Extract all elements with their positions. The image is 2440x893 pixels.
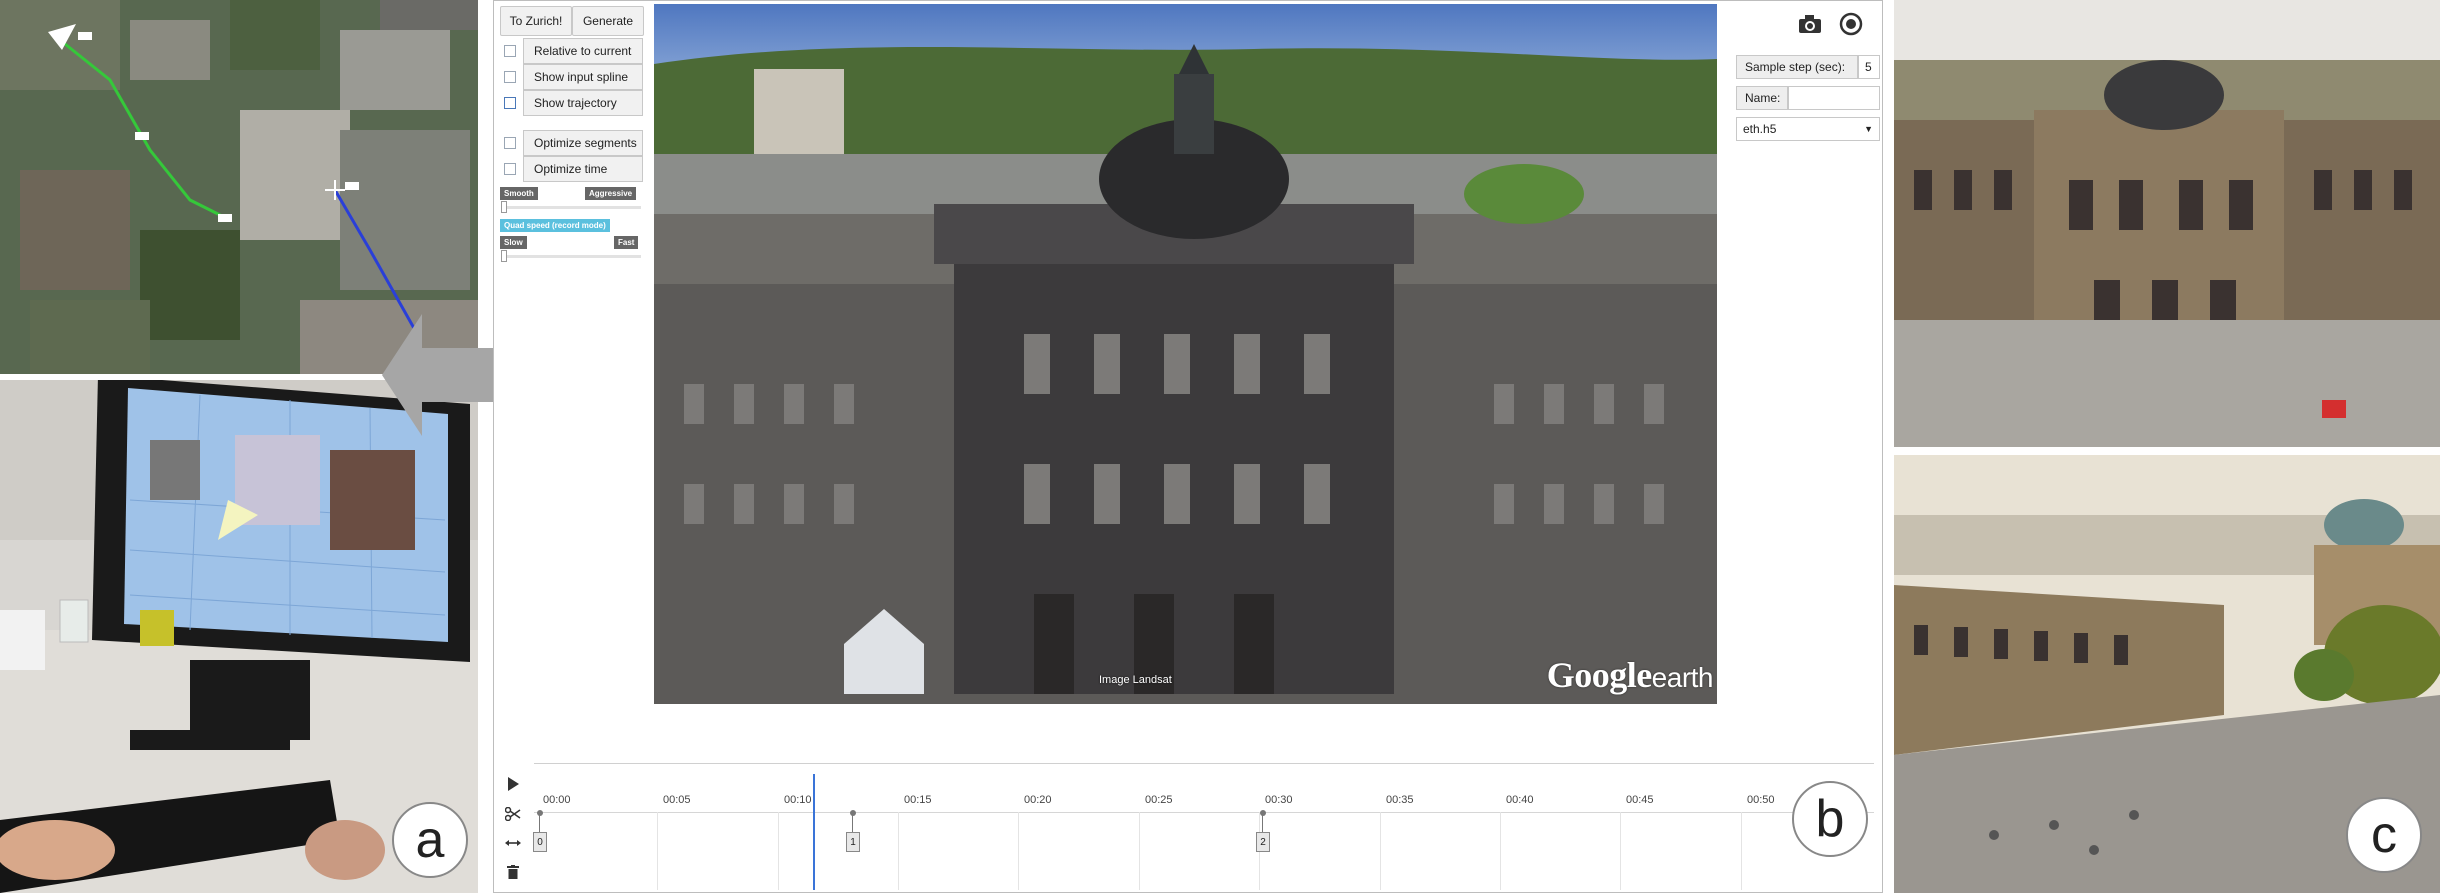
grid-line: [657, 812, 658, 890]
panel-label-a: a: [392, 802, 468, 878]
name-label: Name:: [1736, 86, 1788, 110]
show-input-spline-label: Show input spline: [523, 64, 643, 90]
optimize-segments-checkbox[interactable]: [504, 137, 516, 149]
timeline-tick: 00:20: [1024, 794, 1052, 806]
file-select[interactable]: eth.h5 ▼: [1736, 117, 1880, 141]
keyframe[interactable]: 0: [533, 832, 547, 852]
keyframe-handle[interactable]: [1260, 810, 1266, 816]
relative-to-current-label: Relative to current: [523, 38, 643, 64]
chevron-down-icon: ▼: [1864, 124, 1873, 134]
speed-title: Quad speed (record mode): [500, 219, 610, 232]
grid-line: [1620, 812, 1621, 890]
show-input-spline-option[interactable]: Show input spline: [501, 64, 646, 92]
speed-slider-thumb[interactable]: [501, 250, 507, 262]
keyframe-stem: [1262, 814, 1263, 832]
stretch-icon[interactable]: [502, 832, 524, 854]
speed-max-label: Fast: [614, 236, 639, 249]
to-zurich-button[interactable]: To Zurich!: [500, 6, 572, 36]
timeline-tick: 00:45: [1626, 794, 1654, 806]
timeline-tick: 00:40: [1506, 794, 1534, 806]
3d-viewport[interactable]: Image Landsat Googleearth: [654, 4, 1717, 704]
speed-min-label: Slow: [500, 236, 527, 249]
aggressiveness-slider[interactable]: [501, 201, 641, 213]
keyframe-handle[interactable]: [850, 810, 856, 816]
name-input[interactable]: [1788, 86, 1880, 110]
keyframe-handle[interactable]: [537, 810, 543, 816]
timeline-tick: 00:30: [1265, 794, 1293, 806]
optimize-time-checkbox[interactable]: [504, 163, 516, 175]
camera-icon[interactable]: [1793, 7, 1827, 41]
timeline-axis: [534, 812, 1874, 813]
timeline-tick: 00:15: [904, 794, 932, 806]
relative-to-current-checkbox[interactable]: [504, 45, 516, 57]
grid-line: [1139, 812, 1140, 890]
aerial-photo-front: [1894, 0, 2440, 447]
panel-label-c: c: [2346, 797, 2422, 873]
keyframe[interactable]: 1: [846, 832, 860, 852]
keyframe-stem: [852, 814, 853, 832]
optimize-time-option[interactable]: Optimize time: [501, 156, 646, 184]
grid-line: [898, 812, 899, 890]
grid-line: [1741, 812, 1742, 890]
grid-line: [1018, 812, 1019, 890]
keyframe-stem: [539, 814, 540, 832]
playhead[interactable]: [813, 774, 815, 890]
slider-min-label: Smooth: [500, 187, 538, 200]
optimize-segments-label: Optimize segments: [523, 130, 643, 156]
timeline-tick: 00:10: [784, 794, 812, 806]
show-input-spline-checkbox[interactable]: [504, 71, 516, 83]
optimize-segments-option[interactable]: Optimize segments: [501, 130, 646, 158]
app-window: To Zurich! Generate Relative to current …: [493, 0, 1883, 893]
brand-watermark: Googleearth: [1546, 654, 1714, 696]
brand-main: Google: [1546, 655, 1652, 695]
timeline-tick: 00:05: [663, 794, 691, 806]
timeline-tick: 00:50: [1747, 794, 1775, 806]
brand-sub: earth: [1651, 662, 1714, 693]
timeline-tick: 00:35: [1386, 794, 1414, 806]
keyframe[interactable]: 2: [1256, 832, 1270, 852]
play-icon[interactable]: [502, 773, 524, 795]
aggressiveness-slider-thumb[interactable]: [501, 201, 507, 213]
file-select-value: eth.h5: [1743, 122, 1777, 136]
timeline-tick: 00:00: [543, 794, 571, 806]
timeline[interactable]: 00:00 00:05 00:10 00:15 00:20 00:25 00:3…: [533, 763, 1874, 890]
imagery-credit: Image Landsat: [1099, 674, 1172, 686]
relative-to-current-option[interactable]: Relative to current: [501, 38, 646, 66]
show-trajectory-label: Show trajectory: [523, 90, 643, 116]
show-trajectory-checkbox[interactable]: [504, 97, 516, 109]
scissors-icon[interactable]: [502, 803, 524, 825]
record-icon[interactable]: [1834, 7, 1868, 41]
generate-button[interactable]: Generate: [572, 6, 644, 36]
sample-step-input[interactable]: 5: [1858, 55, 1880, 79]
trash-icon[interactable]: [502, 861, 524, 883]
show-trajectory-option[interactable]: Show trajectory: [501, 90, 646, 118]
sample-step-label: Sample step (sec):: [1736, 55, 1858, 79]
optimize-time-label: Optimize time: [523, 156, 643, 182]
panel-label-b: b: [1792, 781, 1868, 857]
grid-line: [778, 812, 779, 890]
grid-line: [1500, 812, 1501, 890]
grid-line: [1380, 812, 1381, 890]
speed-slider[interactable]: [501, 250, 641, 262]
timeline-tick: 00:25: [1145, 794, 1173, 806]
slider-max-label: Aggressive: [585, 187, 637, 200]
